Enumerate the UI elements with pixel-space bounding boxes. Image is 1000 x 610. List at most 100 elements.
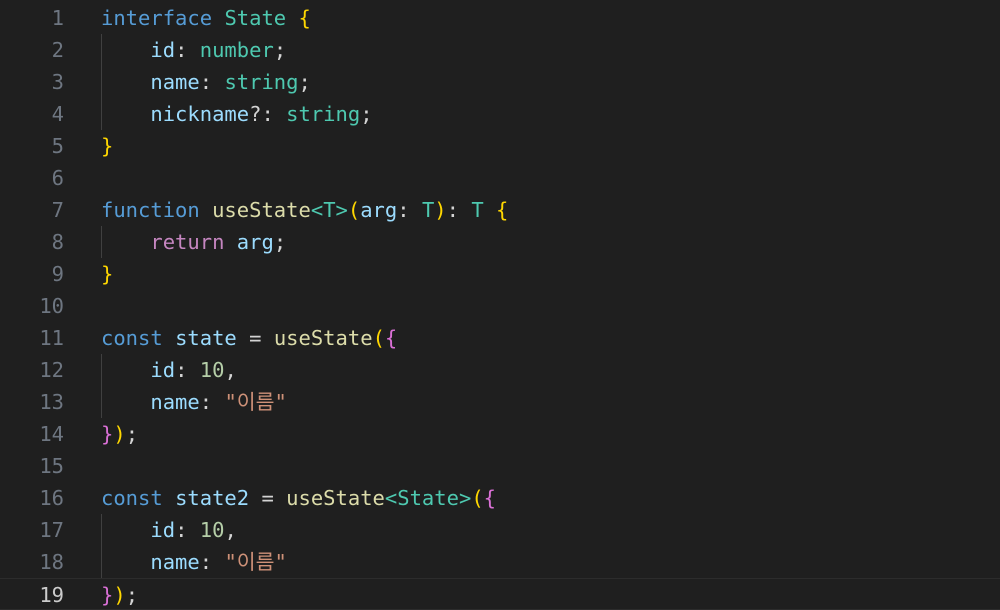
line-number: 1 (51, 6, 64, 30)
code-line[interactable]: 14}); (0, 418, 1000, 450)
code-line[interactable]: 8 return arg; (0, 226, 1000, 258)
code-token: 10 (199, 518, 225, 542)
code-token: useState (273, 326, 373, 350)
code-line[interactable]: 1 interface State { (0, 2, 1000, 34)
line-number: 15 (39, 454, 64, 478)
code-line[interactable]: 18 name: "이름" (0, 546, 1000, 578)
line-code: nickname?: string; (101, 98, 373, 130)
code-token: function (101, 198, 200, 222)
code-token: useState (212, 198, 311, 222)
code-line[interactable]: 11 const state = useState({ (0, 322, 1000, 354)
code-token: ( (372, 326, 385, 350)
code-token: "이름" (224, 390, 287, 414)
code-token: name (150, 70, 200, 94)
code-token: : (199, 390, 225, 414)
line-number: 16 (39, 486, 64, 510)
code-token: = (236, 326, 274, 350)
code-token: ; (125, 422, 139, 446)
code-token: : (199, 70, 225, 94)
code-token: ?: (249, 102, 287, 126)
code-line[interactable]: 5} (0, 130, 1000, 162)
line-code: return arg; (101, 226, 286, 258)
line-code: } (101, 130, 113, 162)
line-code: const state = useState({ (101, 322, 397, 354)
code-token: arg (360, 198, 398, 222)
line-number: 3 (51, 70, 64, 94)
code-token: { (384, 326, 398, 350)
code-line[interactable]: 3 name: string; (0, 66, 1000, 98)
code-token: ) (113, 583, 126, 607)
code-token: ; (360, 102, 373, 126)
code-token: nickname (150, 102, 250, 126)
code-line[interactable]: 7 function useState<T>(arg: T): T { (0, 194, 1000, 226)
code-token: useState (286, 486, 385, 510)
line-code: }); (101, 418, 138, 450)
code-token: { (483, 486, 496, 510)
code-token: State (397, 486, 459, 510)
code-token: T (323, 198, 336, 222)
code-line[interactable]: 12 id: 10, (0, 354, 1000, 386)
code-token: 10 (199, 358, 225, 382)
line-number: 13 (39, 390, 64, 414)
line-code: name: "이름" (101, 386, 287, 418)
code-line[interactable]: 15 (0, 450, 1000, 482)
code-line[interactable]: 2 id: number; (0, 34, 1000, 66)
code-line[interactable]: 4 nickname?: string; (0, 98, 1000, 130)
code-token: id (150, 358, 176, 382)
code-token: State (224, 6, 287, 30)
code-token: T (421, 198, 435, 222)
line-number: 19 (39, 583, 64, 607)
code-line[interactable]: 9} (0, 258, 1000, 290)
code-token: : (446, 198, 472, 222)
line-code: const state2 = useState<State>({ (101, 482, 496, 514)
line-number: 14 (39, 422, 64, 446)
line-number: 12 (39, 358, 64, 382)
code-token: const (101, 326, 163, 350)
code-token: ( (471, 486, 484, 510)
line-code: id: number; (101, 34, 286, 66)
code-token: , (224, 358, 237, 382)
code-line[interactable]: 6 (0, 162, 1000, 194)
code-token: { (298, 6, 311, 30)
code-token: arg (236, 230, 274, 254)
code-token: , (224, 518, 237, 542)
code-token: : (175, 358, 200, 382)
code-editor[interactable]: 1 interface State {2 id: number; 3 name: s… (0, 0, 1000, 610)
code-token: } (101, 134, 114, 158)
code-token: id (150, 38, 176, 62)
code-line[interactable]: 17 id: 10, (0, 514, 1000, 546)
code-line[interactable]: 19}); (0, 578, 1000, 610)
code-token: state2 (175, 486, 250, 510)
code-token: > (335, 198, 348, 222)
code-token: > (458, 486, 472, 510)
code-token: number (199, 38, 274, 62)
code-token: T (471, 198, 484, 222)
code-token: ; (273, 230, 287, 254)
code-token: const (101, 486, 163, 510)
line-number: 7 (51, 198, 64, 222)
line-number: 4 (51, 102, 64, 126)
code-line[interactable]: 16 const state2 = useState<State>({ (0, 482, 1000, 514)
code-token: : (175, 38, 200, 62)
code-token: = (249, 486, 287, 510)
code-token: return (150, 230, 225, 254)
code-line[interactable]: 10 (0, 290, 1000, 322)
line-code: id: 10, (101, 354, 237, 386)
line-number: 2 (51, 38, 64, 62)
code-token: name (150, 550, 200, 574)
code-line[interactable]: 13 name: "이름" (0, 386, 1000, 418)
line-code: }); (101, 579, 138, 610)
code-token: ; (273, 38, 287, 62)
code-token: ) (113, 422, 126, 446)
line-code: id: 10, (101, 514, 237, 546)
code-token: ; (125, 583, 139, 607)
line-number: 10 (39, 294, 64, 318)
